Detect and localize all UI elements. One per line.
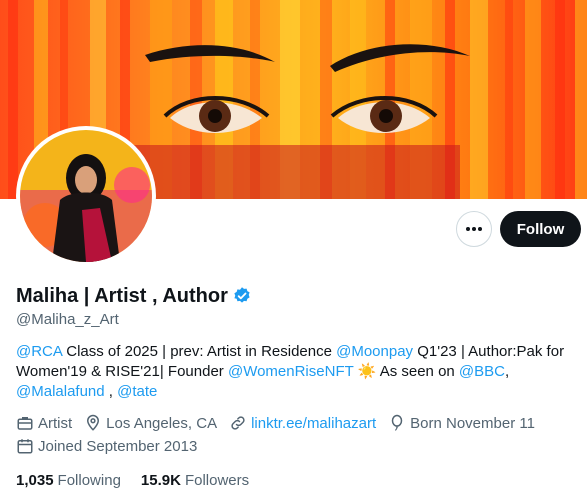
balloon-icon [391,414,403,431]
profile-meta: Artist Los Angeles, CA linktr.ee/malihaz… [16,414,547,432]
sun-emoji: ☀️ [357,363,377,380]
more-dots-icon [466,227,482,231]
location-pin-icon [87,414,100,431]
link-icon [231,416,245,430]
bio-text: As seen on [376,363,459,380]
mention-bbc[interactable]: @BBC [459,363,505,380]
profile-name-row: Maliha | Artist , Author [16,284,252,308]
following-label: Following [57,472,121,489]
bio-text: , [104,383,118,400]
website-item[interactable]: linktr.ee/malihazart [229,414,376,432]
location-item: Los Angeles, CA [84,414,217,432]
website-link[interactable]: linktr.ee/malihazart [251,415,376,432]
calendar-icon [17,439,33,454]
joined-item: Joined September 2013 [16,437,197,455]
birthday-item: Born November 11 [388,414,535,432]
mention-tate[interactable]: @tate [117,383,157,400]
mention-rca[interactable]: @RCA [16,343,62,360]
followers-link[interactable]: 15.9K Followers [141,472,249,489]
category-item: Artist [16,414,72,432]
following-count: 1,035 [16,472,54,489]
profile-handle: @Maliha_z_Art [16,311,119,328]
more-options-button[interactable] [456,211,492,247]
avatar[interactable] [16,126,156,266]
mention-moonpay[interactable]: @Moonpay [336,343,413,360]
verified-badge-icon[interactable] [232,286,252,306]
joined-label: Joined September 2013 [38,437,198,455]
profile-stats: 1,035 Following 15.9K Followers [16,472,269,489]
category-label: Artist [38,414,73,432]
bio-text: Class of 2025 | prev: Artist in Residenc… [62,343,337,360]
following-link[interactable]: 1,035 Following [16,472,121,489]
follow-button[interactable]: Follow [500,211,581,247]
mention-womenrisenft[interactable]: @WomenRiseNFT [228,363,354,380]
profile-meta-joined: Joined September 2013 [16,437,209,455]
followers-count: 15.9K [140,472,181,489]
followers-label: Followers [184,472,250,489]
bio-text: , [505,363,510,380]
briefcase-icon [17,417,33,430]
mention-malalafund[interactable]: @Malalafund [16,383,105,400]
display-name: Maliha | Artist , Author [16,285,228,307]
location-label: Los Angeles, CA [106,414,218,432]
profile-bio: @RCA Class of 2025 | prev: Artist in Res… [16,342,576,402]
birthday-label: Born November 11 [410,414,535,432]
